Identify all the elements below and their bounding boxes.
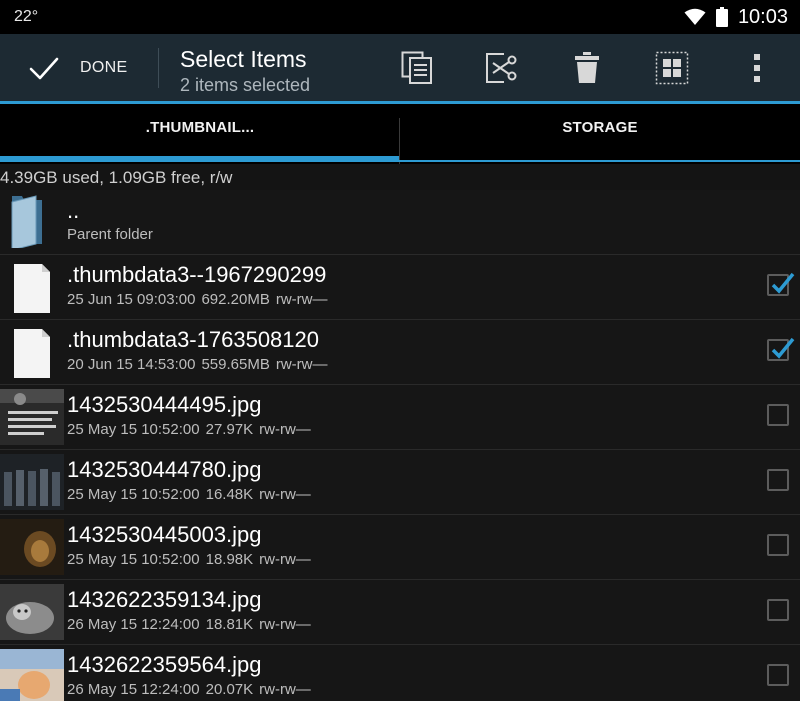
file-checkbox[interactable]: [767, 272, 795, 296]
file-date: 25 May 15 10:52:00: [67, 486, 200, 503]
done-label: DONE: [80, 58, 128, 76]
overflow-menu-icon: [754, 54, 760, 82]
selection-count: 2 items selected: [180, 75, 311, 95]
selection-title-group: Select Items 2 items selected: [180, 46, 310, 97]
document-icon: [14, 329, 50, 378]
tab-thumbnail[interactable]: .THUMBNAIL...: [0, 104, 400, 164]
clock: 10:03: [737, 5, 788, 28]
file-size: 20.07K: [205, 681, 254, 698]
select-all-icon: [655, 51, 689, 85]
document-icon: [14, 264, 50, 313]
parent-folder-name: ..: [67, 198, 80, 223]
file-checkbox[interactable]: [767, 337, 795, 361]
action-bar-title: Select Items: [180, 46, 307, 72]
file-name: 1432622359564.jpg: [67, 652, 262, 677]
file-checkbox[interactable]: [767, 599, 789, 621]
file-permissions: rw-rw—: [259, 681, 311, 698]
file-name: 1432530445003.jpg: [67, 522, 262, 547]
file-item[interactable]: 1432530444780.jpg 25 May 15 10:52:00 16.4…: [0, 450, 800, 515]
status-bar: 22° 10:03: [0, 0, 800, 34]
file-item[interactable]: 1432622359134.jpg 26 May 15 12:24:00 18.8…: [0, 580, 800, 645]
file-permissions: rw-rw—: [259, 616, 311, 633]
file-item[interactable]: 1432530445003.jpg 25 May 15 10:52:00 18.9…: [0, 515, 800, 580]
image-thumbnail: [0, 389, 64, 445]
file-permissions: rw-rw—: [259, 486, 311, 503]
overflow-menu-button[interactable]: [737, 48, 777, 88]
file-meta: 25 May 15 10:52:00 16.48K rw-rw—: [67, 486, 317, 503]
file-item[interactable]: .thumbdata3--1967290299 25 Jun 15 09:03:…: [0, 255, 800, 320]
file-date: 25 May 15 10:52:00: [67, 551, 200, 568]
file-date: 25 Jun 15 09:03:00: [67, 291, 196, 308]
file-name: .thumbdata3-1763508120: [67, 327, 319, 352]
file-name: 1432530444780.jpg: [67, 457, 262, 482]
checkmark-icon: [771, 272, 795, 294]
file-name: 1432530444495.jpg: [67, 392, 262, 417]
trash-icon: [575, 52, 599, 83]
image-thumbnail: [0, 584, 64, 640]
file-permissions: rw-rw—: [275, 291, 328, 308]
cut-icon: [486, 53, 517, 83]
image-thumbnail: [0, 454, 64, 510]
file-size: 27.97K: [205, 421, 254, 438]
folder-icon: [11, 195, 42, 248]
delete-button[interactable]: [567, 48, 607, 88]
tab-bar: .THUMBNAIL... STORAGE: [0, 104, 800, 164]
file-checkbox[interactable]: [767, 469, 789, 491]
file-permissions: rw-rw—: [259, 551, 311, 568]
tab-storage[interactable]: STORAGE: [400, 104, 800, 164]
file-name: .thumbdata3--1967290299: [67, 262, 327, 287]
file-item[interactable]: 1432622359564.jpg 26 May 15 12:24:00 20.0…: [0, 645, 800, 701]
action-bar-divider: [158, 48, 159, 88]
file-meta: 20 Jun 15 14:53:00 559.65MB rw-rw—: [67, 356, 334, 373]
image-thumbnail: [0, 649, 64, 701]
parent-folder-label: Parent folder: [67, 226, 153, 243]
storage-info: 4.39GB used, 1.09GB free, r/w: [0, 168, 233, 187]
copy-icon: [401, 51, 432, 84]
file-meta: 26 May 15 12:24:00 20.07K rw-rw—: [67, 681, 317, 698]
check-icon: [29, 57, 59, 79]
copy-button[interactable]: [397, 48, 437, 88]
checkmark-icon: [771, 337, 795, 359]
file-checkbox[interactable]: [767, 534, 789, 556]
file-size: 692.20MB: [201, 291, 270, 308]
file-size: 559.65MB: [201, 356, 270, 373]
battery-icon: [715, 7, 728, 27]
select-all-button[interactable]: [652, 48, 692, 88]
file-name: 1432622359134.jpg: [67, 587, 262, 612]
file-meta: 25 May 15 10:52:00 18.98K rw-rw—: [67, 551, 317, 568]
file-date: 25 May 15 10:52:00: [67, 421, 200, 438]
file-checkbox[interactable]: [767, 664, 789, 686]
file-item[interactable]: 1432530444495.jpg 25 May 15 10:52:00 27.9…: [0, 385, 800, 450]
file-size: 16.48K: [205, 486, 254, 503]
file-date: 26 May 15 12:24:00: [67, 681, 200, 698]
file-size: 18.98K: [205, 551, 254, 568]
file-date: 20 Jun 15 14:53:00: [67, 356, 196, 373]
cut-button[interactable]: [482, 48, 522, 88]
file-meta: 25 May 15 10:52:00 27.97K rw-rw—: [67, 421, 317, 438]
file-meta: 25 Jun 15 09:03:00 692.20MB rw-rw—: [67, 291, 334, 308]
file-permissions: rw-rw—: [275, 356, 328, 373]
parent-folder-item[interactable]: .. Parent folder: [0, 190, 800, 255]
file-checkbox[interactable]: [767, 404, 789, 426]
file-meta: 26 May 15 12:24:00 18.81K rw-rw—: [67, 616, 317, 633]
file-permissions: rw-rw—: [259, 421, 311, 438]
done-button[interactable]: DONE: [0, 34, 158, 101]
file-size: 18.81K: [205, 616, 254, 633]
action-bar: DONE Select Items 2 items selected: [0, 34, 800, 104]
file-item[interactable]: .thumbdata3-1763508120 20 Jun 15 14:53:0…: [0, 320, 800, 385]
temperature-indicator: 22°: [14, 8, 39, 25]
active-tab-indicator: [0, 156, 399, 162]
wifi-icon: [684, 8, 706, 25]
image-thumbnail: [0, 519, 64, 575]
file-list: .. Parent folder .thumbdata3--1967290299…: [0, 190, 800, 701]
file-date: 26 May 15 12:24:00: [67, 616, 200, 633]
